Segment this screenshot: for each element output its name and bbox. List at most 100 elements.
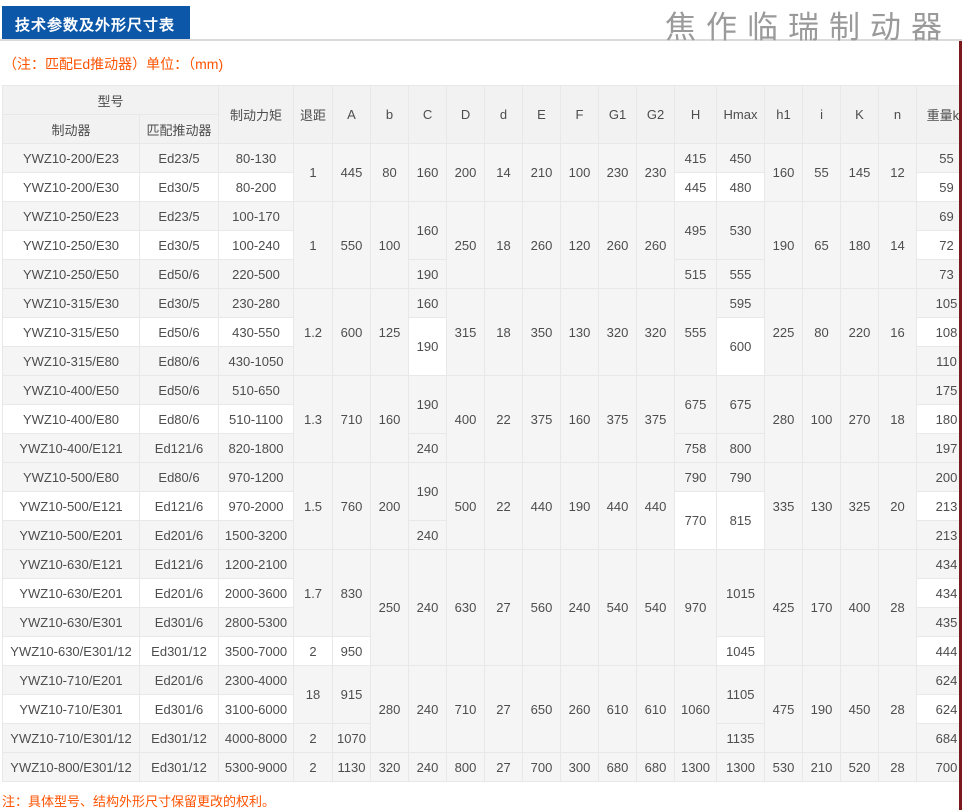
table-cell: 160 xyxy=(765,144,803,202)
table-cell: 280 xyxy=(765,376,803,463)
table-cell: 675 xyxy=(717,376,765,434)
table-cell: YWZ10-250/E23 xyxy=(3,202,140,231)
table-cell: 180 xyxy=(841,202,879,289)
table-cell: Ed50/6 xyxy=(140,376,219,405)
table-cell: 160 xyxy=(409,202,447,260)
table-cell: 650 xyxy=(523,666,561,753)
table-cell: 210 xyxy=(523,144,561,202)
table-cell: 700 xyxy=(917,753,962,782)
table-cell: YWZ10-500/E80 xyxy=(3,463,140,492)
table-cell: 2800-5300 xyxy=(219,608,294,637)
table-row: YWZ10-630/E121Ed121/61200-21001.78302502… xyxy=(3,550,962,579)
table-cell: Ed301/6 xyxy=(140,608,219,637)
table-cell: 213 xyxy=(917,492,962,521)
table-cell: 430-550 xyxy=(219,318,294,347)
brand-watermark: 焦作临瑞制动器 xyxy=(665,2,952,47)
table-cell: 28 xyxy=(879,753,917,782)
table-cell: 28 xyxy=(879,550,917,666)
table-cell: 197 xyxy=(917,434,962,463)
table-cell: 1.2 xyxy=(294,289,333,376)
table-cell: 210 xyxy=(803,753,841,782)
section-title-tab: 技术参数及外形尺寸表 xyxy=(2,6,190,39)
table-cell: 758 xyxy=(675,434,717,463)
table-cell: 14 xyxy=(879,202,917,289)
table-cell: 170 xyxy=(803,550,841,666)
table-row: YWZ10-710/E201Ed201/62300-40001891528024… xyxy=(3,666,962,695)
table-cell: 120 xyxy=(561,202,599,289)
table-cell: 445 xyxy=(675,173,717,202)
table-cell: 270 xyxy=(841,376,879,463)
table-cell: Ed201/6 xyxy=(140,521,219,550)
table-cell: 110 xyxy=(917,347,962,376)
table-cell: 555 xyxy=(717,260,765,289)
header-cell: D xyxy=(447,86,485,144)
table-cell: 190 xyxy=(409,318,447,376)
table-cell: 130 xyxy=(561,289,599,376)
table-cell: 240 xyxy=(409,550,447,666)
table-cell: YWZ10-710/E301/12 xyxy=(3,724,140,753)
table-cell: 425 xyxy=(765,550,803,666)
table-cell: 495 xyxy=(675,202,717,260)
table-cell: 190 xyxy=(409,376,447,434)
section-header: 技术参数及外形尺寸表 焦作临瑞制动器 xyxy=(0,0,962,41)
table-cell: 1105 xyxy=(717,666,765,724)
table-cell: Ed80/6 xyxy=(140,463,219,492)
table-cell: 80 xyxy=(803,289,841,376)
table-cell: 815 xyxy=(717,492,765,550)
table-cell: 240 xyxy=(409,434,447,463)
header-cell: i xyxy=(803,86,841,144)
table-cell: 190 xyxy=(409,260,447,289)
table-cell: 450 xyxy=(717,144,765,173)
table-cell: 435 xyxy=(917,608,962,637)
table-cell: Ed30/5 xyxy=(140,289,219,318)
table-cell: 434 xyxy=(917,579,962,608)
table-cell: YWZ10-315/E30 xyxy=(3,289,140,318)
table-cell: 108 xyxy=(917,318,962,347)
table-cell: 950 xyxy=(333,637,371,666)
table-cell: 475 xyxy=(765,666,803,753)
table-cell: 145 xyxy=(841,144,879,202)
table-cell: 315 xyxy=(447,289,485,376)
table-cell: 1130 xyxy=(333,753,371,782)
table-cell: 175 xyxy=(917,376,962,405)
table-cell: 595 xyxy=(717,289,765,318)
table-cell: YWZ10-200/E30 xyxy=(3,173,140,202)
table-cell: 100 xyxy=(371,202,409,289)
header-cell: d xyxy=(485,86,523,144)
table-cell: 12 xyxy=(879,144,917,202)
table-cell: 240 xyxy=(409,521,447,550)
table-cell: YWZ10-710/E201 xyxy=(3,666,140,695)
table-cell: 440 xyxy=(637,463,675,550)
table-cell: 300 xyxy=(561,753,599,782)
table-cell: 2000-3600 xyxy=(219,579,294,608)
header-cell: 制动力矩 xyxy=(219,86,294,144)
table-cell: 540 xyxy=(599,550,637,666)
header-cell: K xyxy=(841,86,879,144)
table-cell: 630 xyxy=(447,550,485,666)
table-cell: YWZ10-710/E301 xyxy=(3,695,140,724)
table-cell: Ed201/6 xyxy=(140,666,219,695)
table-cell: 22 xyxy=(485,463,523,550)
table-cell: 160 xyxy=(371,376,409,463)
header-cell: 制动器 xyxy=(3,115,140,144)
table-cell: Ed301/6 xyxy=(140,695,219,724)
table-cell: 80-200 xyxy=(219,173,294,202)
table-cell: 250 xyxy=(371,550,409,666)
table-cell: 3100-6000 xyxy=(219,695,294,724)
table-cell: 72 xyxy=(917,231,962,260)
table-cell: 220-500 xyxy=(219,260,294,289)
table-cell: 100-240 xyxy=(219,231,294,260)
table-cell: 555 xyxy=(675,289,717,376)
table-cell: 260 xyxy=(637,202,675,289)
table-cell: YWZ10-500/E121 xyxy=(3,492,140,521)
table-cell: 375 xyxy=(637,376,675,463)
table-cell: 610 xyxy=(637,666,675,753)
table-cell: Ed301/12 xyxy=(140,724,219,753)
table-cell: 1300 xyxy=(717,753,765,782)
table-cell: 710 xyxy=(447,666,485,753)
table-cell: 600 xyxy=(717,318,765,376)
table-cell: 190 xyxy=(561,463,599,550)
table-cell: 200 xyxy=(371,463,409,550)
table-cell: 325 xyxy=(841,463,879,550)
table-cell: 680 xyxy=(599,753,637,782)
